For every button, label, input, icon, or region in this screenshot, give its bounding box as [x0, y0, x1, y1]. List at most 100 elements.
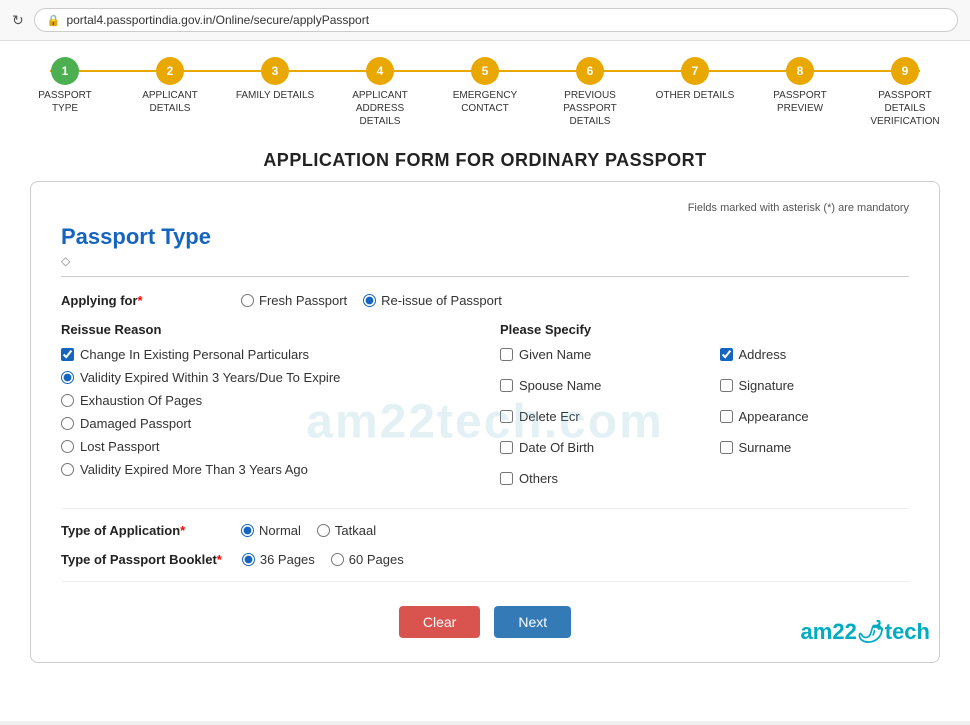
step-label-6: PREVIOUS PASSPORT DETAILS [550, 89, 630, 128]
reissue-option-2[interactable]: Exhaustion Of Pages [61, 393, 470, 408]
tatkaal-radio[interactable] [317, 524, 330, 537]
please-specify-col: Please Specify Given Name Address Spo [500, 322, 909, 494]
normal-option[interactable]: Normal [241, 523, 301, 538]
type-of-application-label: Type of Application* [61, 523, 221, 538]
specify-option-others[interactable]: Others [500, 471, 690, 486]
step-9[interactable]: 9 PASSPORT DETAILS VERIFICATION [860, 57, 950, 128]
specify-option-spouse-name[interactable]: Spouse Name [500, 378, 690, 393]
reissue-radio-3[interactable] [61, 417, 74, 430]
60pages-radio[interactable] [331, 553, 344, 566]
reissue-label-3: Damaged Passport [80, 416, 191, 431]
page: 1 PASSPORT TYPE 2 APPLICANT DETAILS 3 FA… [0, 41, 970, 721]
specify-label-given-name: Given Name [519, 347, 591, 362]
specify-option-appearance[interactable]: Appearance [720, 409, 910, 424]
reissue-option-0[interactable]: Change In Existing Personal Particulars [61, 347, 470, 362]
36pages-radio[interactable] [242, 553, 255, 566]
fresh-passport-radio[interactable] [241, 294, 254, 307]
step-2[interactable]: 2 APPLICANT DETAILS [125, 57, 215, 115]
step-label-9: PASSPORT DETAILS VERIFICATION [865, 89, 945, 128]
browser-bar: ↻ 🔒 portal4.passportindia.gov.in/Online/… [0, 0, 970, 41]
button-row: Clear Next [61, 596, 909, 642]
reissue-radio-2[interactable] [61, 394, 74, 407]
specify-checkbox-others[interactable] [500, 472, 513, 485]
normal-label: Normal [259, 523, 301, 538]
specify-label-dob: Date Of Birth [519, 440, 594, 455]
step-circle-6: 6 [576, 57, 604, 85]
reissue-passport-radio[interactable] [363, 294, 376, 307]
step-5[interactable]: 5 EMERGENCY CONTACT [440, 57, 530, 115]
fresh-passport-option[interactable]: Fresh Passport [241, 293, 347, 308]
reissue-option-3[interactable]: Damaged Passport [61, 416, 470, 431]
step-8[interactable]: 8 PASSPORT PREVIEW [755, 57, 845, 115]
diamond-icon: ◇ [61, 254, 909, 268]
reissue-radio-4[interactable] [61, 440, 74, 453]
reissue-option-5[interactable]: Validity Expired More Than 3 Years Ago [61, 462, 470, 477]
specify-option-signature[interactable]: Signature [720, 378, 910, 393]
step-label-3: FAMILY DETAILS [236, 89, 314, 102]
applying-for-label: Applying for* [61, 293, 221, 308]
reissue-option-1[interactable]: Validity Expired Within 3 Years/Due To E… [61, 370, 470, 385]
specify-checkbox-dob[interactable] [500, 441, 513, 454]
step-circle-8: 8 [786, 57, 814, 85]
branding-text-before: am22 [801, 619, 857, 644]
step-1[interactable]: 1 PASSPORT TYPE [20, 57, 110, 115]
step-6[interactable]: 6 PREVIOUS PASSPORT DETAILS [545, 57, 635, 128]
type-of-booklet-options: 36 Pages 60 Pages [242, 552, 404, 567]
specify-checkbox-given-name[interactable] [500, 348, 513, 361]
specify-checkbox-surname[interactable] [720, 441, 733, 454]
tatkaal-label: Tatkaal [335, 523, 376, 538]
tatkaal-option[interactable]: Tatkaal [317, 523, 376, 538]
reissue-label-4: Lost Passport [80, 439, 160, 454]
section-divider [61, 276, 909, 277]
specify-label-address: Address [739, 347, 787, 362]
specify-checkbox-delete-ecr[interactable] [500, 410, 513, 423]
specify-grid: Given Name Address Spouse Name Sign [500, 347, 909, 494]
please-specify-title: Please Specify [500, 322, 909, 337]
step-label-5: EMERGENCY CONTACT [445, 89, 525, 115]
step-7[interactable]: 7 OTHER DETAILS [650, 57, 740, 102]
60pages-option[interactable]: 60 Pages [331, 552, 404, 567]
step-label-1: PASSPORT TYPE [25, 89, 105, 115]
form-wrapper: am22tech.com Fields marked with asterisk… [0, 181, 970, 663]
36pages-option[interactable]: 36 Pages [242, 552, 315, 567]
branding: am22🌶tech [801, 619, 930, 645]
step-3[interactable]: 3 FAMILY DETAILS [230, 57, 320, 102]
branding-text-after: tech [885, 619, 930, 644]
specify-checkbox-signature[interactable] [720, 379, 733, 392]
specify-checkbox-spouse-name[interactable] [500, 379, 513, 392]
specify-option-delete-ecr[interactable]: Delete Ecr [500, 409, 690, 424]
reissue-reason-col: Reissue Reason Change In Existing Person… [61, 322, 470, 485]
reissue-radio-1[interactable] [61, 371, 74, 384]
step-label-4: APPLICANT ADDRESS DETAILS [340, 89, 420, 128]
clear-button[interactable]: Clear [399, 606, 480, 638]
specify-checkbox-address[interactable] [720, 348, 733, 361]
section-sep-2 [61, 581, 909, 582]
step-circle-2: 2 [156, 57, 184, 85]
page-title: APPLICATION FORM FOR ORDINARY PASSPORT [0, 136, 970, 181]
specify-label-delete-ecr: Delete Ecr [519, 409, 580, 424]
step-circle-3: 3 [261, 57, 289, 85]
step-label-7: OTHER DETAILS [656, 89, 735, 102]
specify-option-surname[interactable]: Surname [720, 440, 910, 455]
reissue-passport-label: Re-issue of Passport [381, 293, 502, 308]
reissue-label-2: Exhaustion Of Pages [80, 393, 202, 408]
refresh-icon[interactable]: ↻ [12, 12, 24, 29]
specify-option-given-name[interactable]: Given Name [500, 347, 690, 362]
applying-for-row: Applying for* Fresh Passport Re-issue of… [61, 293, 909, 308]
specify-checkbox-appearance[interactable] [720, 410, 733, 423]
36pages-label: 36 Pages [260, 552, 315, 567]
stepper: 1 PASSPORT TYPE 2 APPLICANT DETAILS 3 FA… [0, 41, 970, 136]
reissue-option-4[interactable]: Lost Passport [61, 439, 470, 454]
reissue-checkbox-0[interactable] [61, 348, 74, 361]
specify-option-dob[interactable]: Date Of Birth [500, 440, 690, 455]
reissue-passport-option[interactable]: Re-issue of Passport [363, 293, 502, 308]
normal-radio[interactable] [241, 524, 254, 537]
reissue-radio-5[interactable] [61, 463, 74, 476]
specify-option-address[interactable]: Address [720, 347, 910, 362]
applying-for-options: Fresh Passport Re-issue of Passport [241, 293, 502, 308]
next-button[interactable]: Next [494, 606, 571, 638]
step-4[interactable]: 4 APPLICANT ADDRESS DETAILS [335, 57, 425, 128]
specify-label-others: Others [519, 471, 558, 486]
specify-label-signature: Signature [739, 378, 795, 393]
step-label-2: APPLICANT DETAILS [130, 89, 210, 115]
